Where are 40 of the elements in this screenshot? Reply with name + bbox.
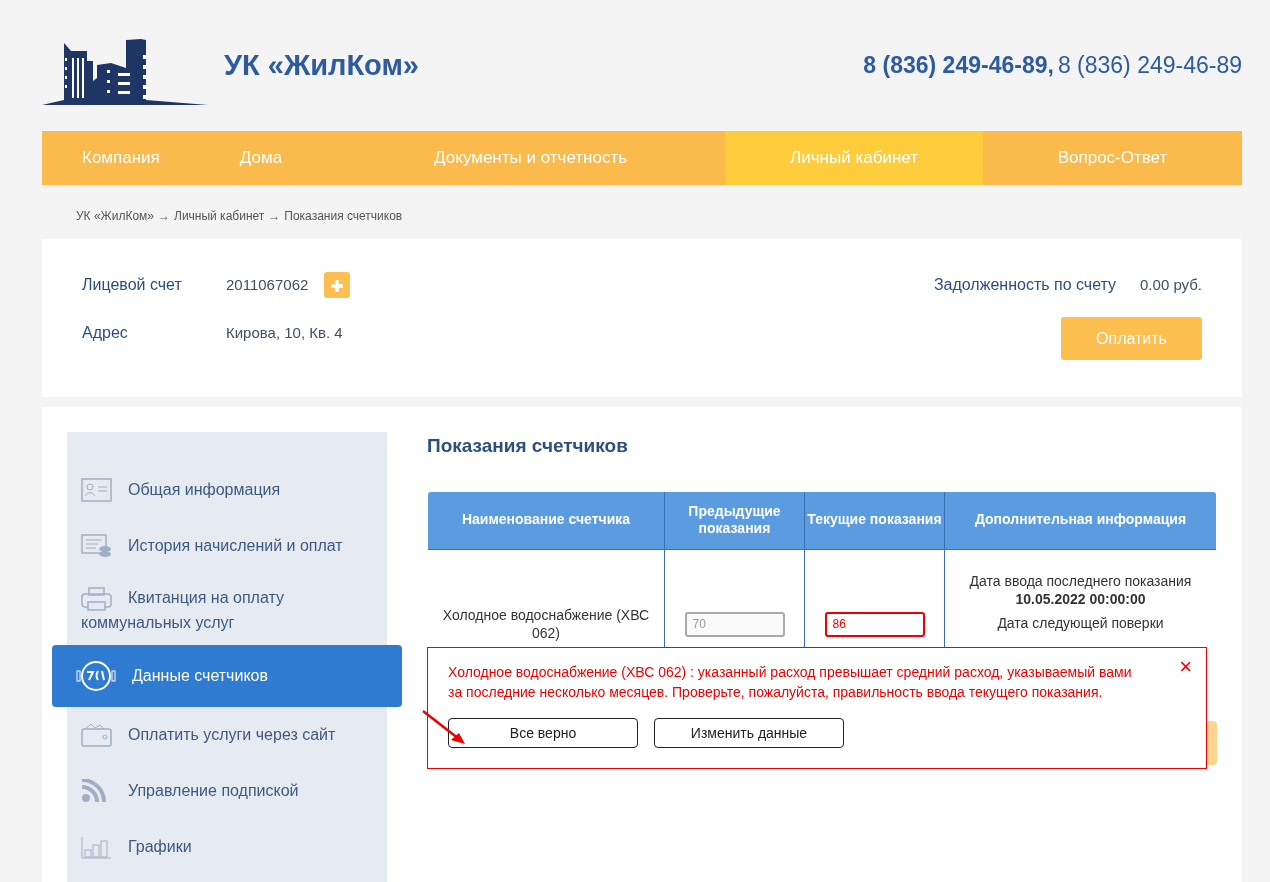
- sidebar-item[interactable]: Оплатить услуги через сайт: [67, 706, 387, 763]
- sidebar-item[interactable]: Общая информация: [67, 462, 387, 518]
- add-button[interactable]: [324, 272, 351, 298]
- dialog-button[interactable]: Изменить данные: [654, 718, 844, 749]
- breadcrumb-link[interactable]: УК «ЖилКом»: [76, 207, 154, 225]
- breadcrumb-separator: →: [158, 208, 170, 225]
- field-value: Кирова, 10, Кв. 4: [226, 322, 343, 343]
- info-text: Дата следующей поверки: [996, 613, 1165, 633]
- sidebar-item[interactable]: История начислений и оплат: [67, 518, 387, 574]
- column-header: Текущие показания: [804, 491, 945, 549]
- meter-icon: [76, 659, 116, 692]
- bar-chart-icon: [81, 834, 112, 859]
- column-header: Наименование счетчика: [428, 491, 665, 549]
- sidebar-item[interactable]: Графики: [67, 818, 387, 875]
- breadcrumb-link[interactable]: Личный кабинет: [174, 207, 265, 225]
- field-label: Лицевой счет: [82, 275, 183, 295]
- field-value: 2011067062: [226, 274, 309, 295]
- current-reading-field[interactable]: 86: [824, 611, 925, 637]
- close-button[interactable]: ×: [1179, 655, 1192, 678]
- info-text: Дата ввода последнего показания 10.05.2022 00:00:00: [968, 571, 1193, 608]
- id-card-icon: [81, 478, 112, 502]
- debt-value: 0.00 руб.: [1140, 274, 1202, 295]
- column-header: Дополнительная информация: [944, 491, 1216, 549]
- section-title: Показания счетчиков: [427, 434, 629, 458]
- printer-icon: [81, 586, 112, 611]
- plus-icon: [330, 278, 345, 293]
- sidebar-item[interactable]: Квитанция на оплату коммунальных услуг: [67, 574, 387, 645]
- wallet-icon: [81, 722, 112, 747]
- sidebar-item[interactable]: Данные счетчиков: [52, 644, 402, 707]
- sidebar-item[interactable]: Управление подпиской: [67, 762, 387, 819]
- debt-label: Задолженность по счету: [933, 275, 1117, 295]
- logo-text: УК «ЖилКом»: [224, 47, 419, 83]
- phone-number: 8 (836) 249-46-89,: [863, 51, 1054, 81]
- phone-number: 8 (836) 249-46-89: [1057, 51, 1242, 81]
- document-coins-icon: [81, 534, 112, 558]
- field-label: Адрес: [82, 323, 129, 343]
- breadcrumb-separator: →: [268, 208, 281, 225]
- breadcrumb-link[interactable]: Показания счетчиков: [284, 207, 403, 225]
- column-header: Предыдущие показания: [664, 491, 805, 549]
- dialog-button[interactable]: Все верно: [448, 718, 638, 749]
